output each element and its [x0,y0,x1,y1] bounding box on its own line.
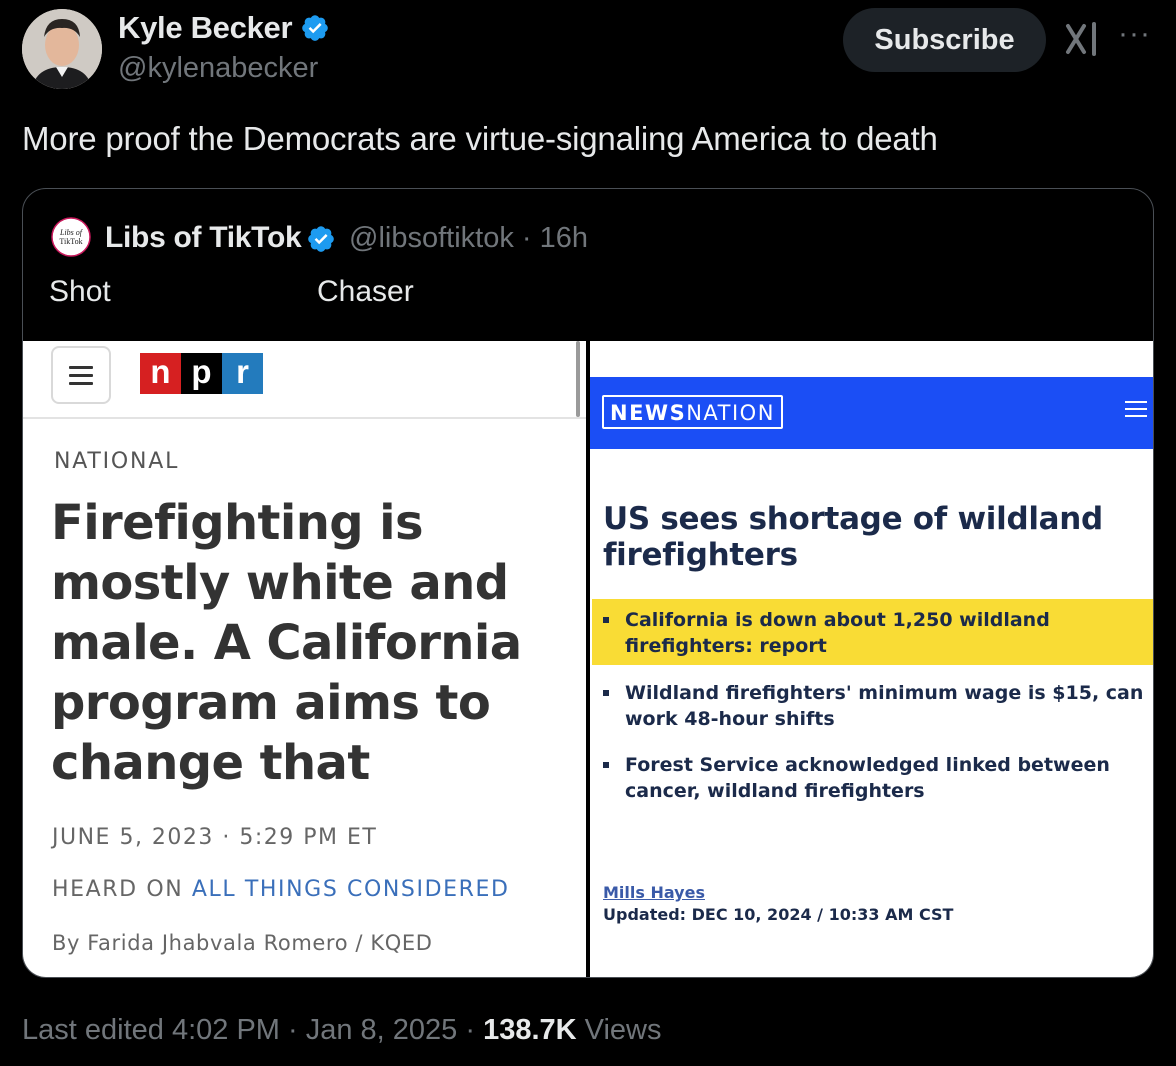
quoted-tweet-card[interactable]: Libs of TikTok Libs of TikTok @libsoftik… [22,188,1154,978]
list-item: Wildland firefighters' minimum wage is $… [603,680,1153,732]
hamburger-menu-icon[interactable] [1125,401,1147,417]
npr-heard-on: HEARD ON ALL THINGS CONSIDERED [52,877,510,902]
grok-icon[interactable] [1064,22,1100,56]
newsnation-logo-bold: NEWS [610,401,687,425]
verified-badge-icon [302,15,329,41]
author-display-name[interactable]: Kyle Becker [118,10,293,46]
quoted-author-avatar[interactable]: Libs of TikTok [51,217,91,257]
quoted-display-name[interactable]: Libs of TikTok [105,221,302,255]
newsnation-top-bar: NEWS NATION [590,377,1153,449]
npr-program-link[interactable]: ALL THINGS CONSIDERED [192,877,510,902]
bullet-icon [603,617,609,623]
hamburger-menu-icon[interactable] [51,346,111,404]
more-options-icon[interactable]: ··· [1118,19,1151,49]
views-label: Views [576,1014,662,1046]
author-avatar[interactable] [22,9,102,89]
scrollbar [576,341,580,417]
bullet-text: Wildland firefighters' minimum wage is $… [625,682,1144,730]
tweet-metadata: Last edited 4:02 PM · Jan 8, 2025 · 138.… [22,1014,661,1047]
subscribe-button[interactable]: Subscribe [843,8,1046,72]
tweet-text: More proof the Democrats are virtue-sign… [22,120,938,157]
bullet-text: Forest Service acknowledged linked betwe… [625,754,1110,802]
newsnation-headline: US sees shortage of wildland firefighter… [603,501,1103,573]
npr-logo-r: r [222,353,263,394]
bullet-icon [603,690,609,696]
newsnation-author-link[interactable]: Mills Hayes [603,883,705,902]
bullet-text: California is down about 1,250 wildland … [625,609,1050,657]
author-handle[interactable]: @kylenabecker [118,52,318,85]
newsnation-logo: NEWS NATION [602,395,783,429]
npr-section-label: NATIONAL [54,449,180,474]
npr-logo-n: n [140,353,181,394]
newsnation-screenshot[interactable]: NEWS NATION US sees shortage of wildland … [590,341,1153,977]
npr-date: JUNE 5, 2023 · 5:29 PM ET [52,825,378,850]
npr-logo-p: p [181,353,222,394]
quoted-handle-time[interactable]: @libsoftiktok · 16h [349,222,588,255]
quoted-avatar-text-line: Libs of [59,228,84,237]
npr-logo: n p r [140,353,263,394]
newsnation-logo-light: NATION [686,401,775,425]
views-count: 138.7K [483,1014,577,1046]
npr-screenshot[interactable]: n p r NATIONAL Firefighting is mostly wh… [23,341,586,977]
quoted-avatar-text-line: TikTok [59,237,82,246]
verified-badge-icon [308,226,334,252]
edited-timestamp[interactable]: Last edited 4:02 PM · Jan 8, 2025 · [22,1014,483,1046]
newsnation-updated: Updated: DEC 10, 2024 / 10:33 AM CST [603,905,954,924]
npr-headline: Firefighting is mostly white and male. A… [51,495,522,791]
quoted-text-chaser: Chaser [317,275,414,308]
npr-heard-prefix: HEARD ON [52,877,192,902]
npr-byline: By Farida Jhabvala Romero / KQED [52,931,433,955]
list-item: California is down about 1,250 wildland … [603,607,1153,659]
bullet-icon [603,762,609,768]
npr-top-bar: n p r [23,341,586,419]
quoted-text-shot: Shot [49,275,111,308]
list-item: Forest Service acknowledged linked betwe… [603,752,1153,804]
